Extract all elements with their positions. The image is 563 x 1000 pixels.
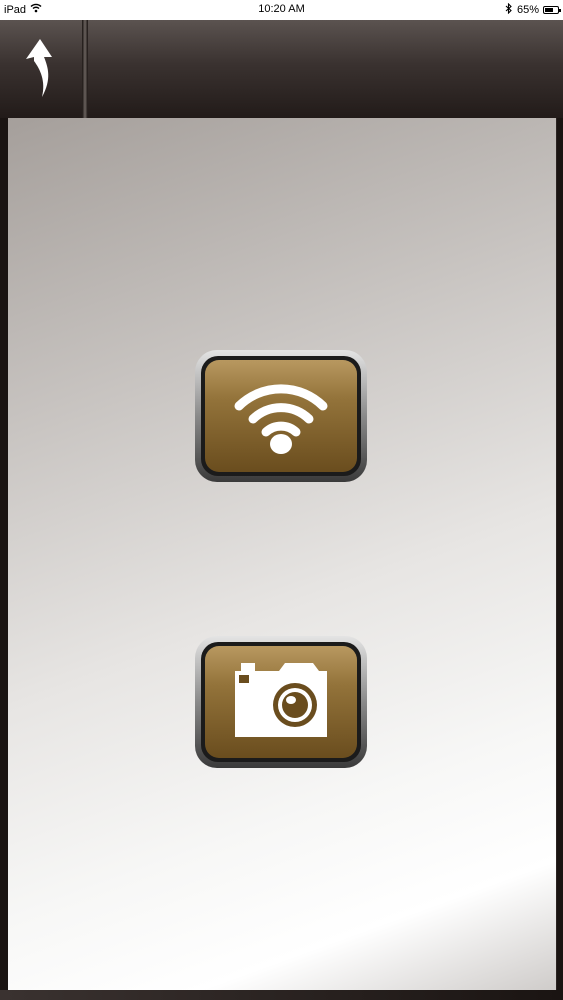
nav-divider	[82, 20, 88, 118]
wifi-button-face	[205, 360, 357, 472]
status-time: 10:20 AM	[258, 3, 305, 15]
battery-icon	[543, 6, 561, 14]
back-button[interactable]	[0, 20, 82, 118]
camera-button-bezel	[201, 642, 361, 762]
status-right: 65%	[505, 2, 561, 17]
status-bar: iPad 10:20 AM 65%	[0, 0, 563, 20]
battery-percent: 65%	[516, 4, 539, 16]
battery-level	[545, 8, 553, 12]
app-screen: iPad 10:20 AM 65%	[0, 0, 563, 1000]
camera-icon	[233, 661, 329, 744]
content-panel	[8, 118, 557, 990]
wifi-icon	[233, 372, 329, 461]
camera-button-face	[205, 646, 357, 758]
camera-button[interactable]	[195, 636, 367, 768]
curved-back-arrow-icon	[18, 35, 64, 104]
wifi-button-bezel	[201, 356, 361, 476]
bluetooth-icon	[505, 2, 513, 17]
bottom-strip	[0, 990, 563, 1000]
nav-bar	[0, 20, 563, 118]
wifi-button[interactable]	[195, 350, 367, 482]
